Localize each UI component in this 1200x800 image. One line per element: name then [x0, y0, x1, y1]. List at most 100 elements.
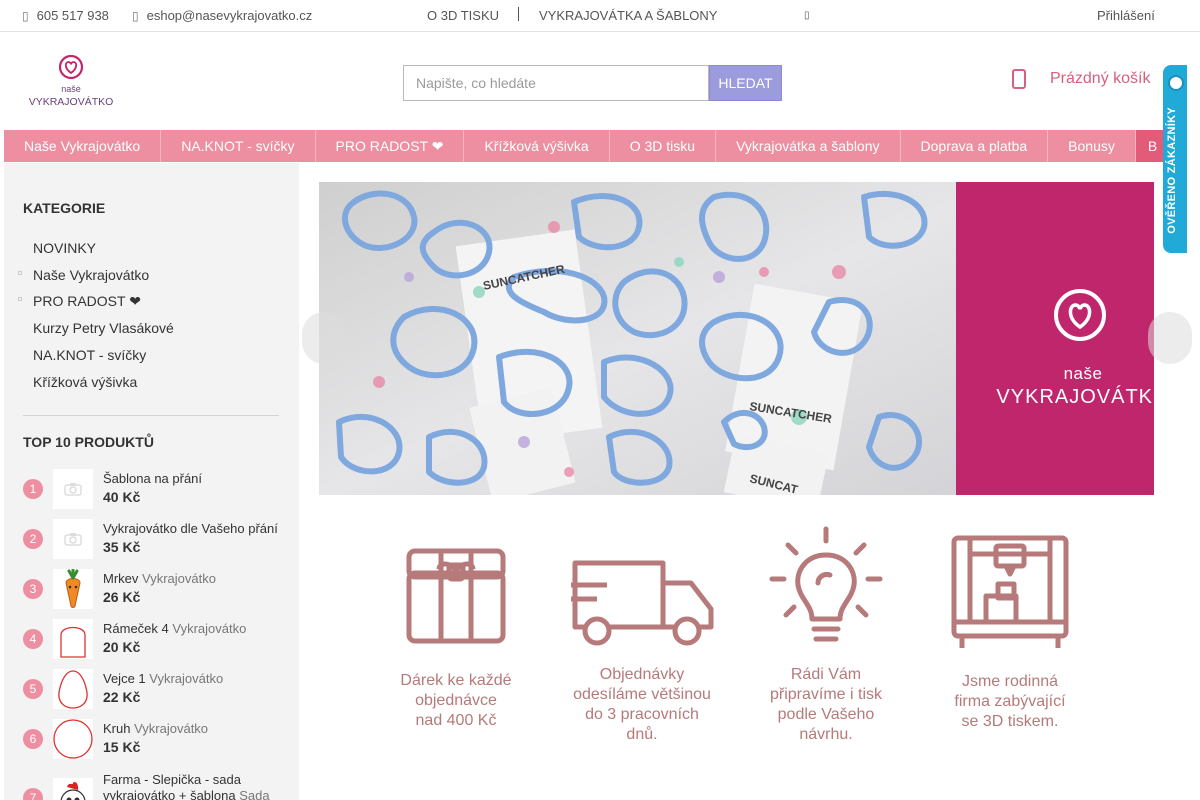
sidebar-divider — [23, 415, 279, 416]
nav-item-krizkova-vysivka[interactable]: Křížková výšivka — [464, 130, 610, 162]
feature-family-company: Jsme rodinná firma zabývající se 3D tisk… — [920, 532, 1100, 732]
feature-gift: Dárek ke každé objednávce nad 400 Kč — [366, 525, 546, 731]
carrot-thumbnail — [53, 569, 93, 609]
nav-item-more[interactable]: B — [1135, 130, 1163, 162]
lightbulb-icon — [769, 526, 883, 642]
feature-line: dnů. — [626, 726, 658, 743]
top-product-item[interactable]: 1 Šablona na přání 40 Kč — [23, 469, 283, 509]
heart-logo-icon — [1054, 289, 1106, 341]
feature-text: Rádi Vám připravíme i tisk podle Vašeho … — [736, 665, 916, 745]
shopping-bag-icon — [1012, 69, 1026, 89]
feature-text: Dárek ke každé objednávce nad 400 Kč — [366, 671, 546, 731]
rank-badge: 7 — [23, 788, 43, 800]
login-link[interactable]: Přihlášení — [1097, 8, 1155, 23]
link-cutters[interactable]: VYKRAJOVÁTKA A ŠABLONY — [539, 8, 717, 23]
product-price: 40 Kč — [103, 489, 141, 505]
header: naše VYKRAJOVÁTKO HLEDAT Prázdný košík — [0, 32, 1200, 130]
rank-badge: 1 — [23, 479, 43, 499]
top-product-item[interactable]: 4 Rámeček 4 Vykrajovátko 20 Kč — [23, 619, 283, 659]
feature-line: Jsme rodinná — [961, 673, 1059, 690]
top-products-title: TOP 10 PRODUKTŮ — [23, 434, 154, 450]
product-title: Kruh — [103, 721, 131, 736]
feature-line: se 3D tiskem. — [961, 713, 1059, 730]
product-category: Sada — [239, 788, 270, 800]
top-bar: ▯ 605 517 938 ▯ eshop@nasevykrajovatko.c… — [0, 0, 1200, 32]
envelope-icon: ▯ — [132, 8, 139, 23]
feature-text: Jsme rodinná firma zabývající se 3D tisk… — [920, 672, 1100, 732]
feature-line: podle Vašeho — [777, 706, 875, 723]
site-logo[interactable]: naše VYKRAJOVÁTKO — [26, 54, 118, 110]
top-product-item[interactable]: 6 Kruh Vykrajovátko 15 Kč — [23, 719, 283, 759]
image-placeholder-icon — [53, 519, 93, 559]
feature-text: Objednávky odesíláme většinou do 3 praco… — [552, 665, 732, 745]
rank-badge: 4 — [23, 629, 43, 649]
feature-line: odesíláme většinou — [573, 686, 711, 703]
category-item[interactable]: Kurzy Petry Vlasákové — [33, 320, 174, 336]
logo-line1: naše — [61, 84, 81, 94]
search-button[interactable]: HLEDAT — [709, 65, 782, 101]
product-price: 15 Kč — [103, 739, 141, 755]
feature-line: nad 400 Kč — [415, 712, 497, 729]
gift-icon — [406, 548, 506, 644]
nav-item-bonusy[interactable]: Bonusy — [1048, 130, 1136, 162]
logo-graphic: naše VYKRAJOVÁTKO — [29, 54, 114, 108]
product-title: Vejce 1 — [103, 671, 146, 686]
sidebar: KATEGORIE NOVINKY Naše Vykrajovátko PRO … — [4, 163, 299, 800]
frame-thumbnail — [53, 619, 93, 659]
circle-thumbnail — [53, 719, 93, 759]
search-input[interactable] — [403, 65, 709, 101]
product-title: Farma - Slepička - sada vykrajovátko + š… — [103, 772, 241, 800]
search-form: HLEDAT — [403, 65, 782, 101]
nav-item-vykrajovatka-sablony[interactable]: Vykrajovátka a šablony — [716, 130, 901, 162]
slider-prev-button[interactable] — [302, 312, 346, 364]
email-address: eshop@nasevykrajovatko.cz — [146, 8, 313, 23]
product-price: 26 Kč — [103, 589, 141, 605]
verified-by-customers-badge[interactable]: OVĚŘENO ZÁKAZNÍKY — [1163, 65, 1187, 253]
banner-brand-text: naše VYKRAJOVÁTKO — [993, 364, 1154, 409]
nav-item-pro-radost[interactable]: PRO RADOST ❤ — [316, 130, 465, 162]
egg-thumbnail — [53, 669, 93, 709]
cart[interactable]: Prázdný košík — [1012, 69, 1150, 89]
hero-banner[interactable]: SUNCATCHER SUNCATCHER SUNCAT naše VYKRAJ… — [319, 182, 1154, 495]
badge-text: OVĚŘENO ZÁKAZNÍKY — [1166, 107, 1178, 234]
product-name: Kruh Vykrajovátko — [103, 721, 208, 737]
nav-item-o-3d-tisku[interactable]: O 3D tisku — [610, 130, 717, 162]
more-icon[interactable]: ▯ — [804, 10, 810, 21]
seal-icon — [1168, 75, 1184, 91]
category-item[interactable]: Naše Vykrajovátko — [33, 267, 149, 283]
product-name: Vejce 1 Vykrajovátko — [103, 671, 223, 687]
logo-line2: VYKRAJOVÁTKO — [29, 95, 114, 108]
category-item[interactable]: NA.KNOT - svíčky — [33, 347, 146, 363]
category-item[interactable]: NOVINKY — [33, 240, 96, 256]
nav-item-doprava-platba[interactable]: Doprava a platba — [901, 130, 1049, 162]
feature-line: připravíme i tisk — [769, 686, 883, 703]
image-placeholder-icon — [53, 469, 93, 509]
product-name: Farma - Slepička - sada vykrajovátko + š… — [103, 772, 283, 800]
nav-item-naknot-svicky[interactable]: NA.KNOT - svíčky — [161, 130, 316, 162]
nav-item-nase-vykrajovatko[interactable]: Naše Vykrajovátko — [4, 130, 162, 162]
feature-custom-print: Rádi Vám připravíme i tisk podle Vašeho … — [736, 525, 916, 745]
product-price: 35 Kč — [103, 539, 141, 555]
top-product-item[interactable]: 2 Vykrajovátko dle Vašeho přání 35 Kč — [23, 519, 283, 559]
top-product-item[interactable]: 3 Mrkev Vykrajovátko 26 Kč — [23, 569, 283, 609]
feature-line: Objednávky — [599, 666, 685, 683]
product-category: Vykrajovátko — [172, 621, 247, 636]
feature-line: objednávce — [415, 692, 497, 709]
feature-shipping: Objednávky odesíláme většinou do 3 praco… — [552, 525, 732, 745]
link-3d-printing[interactable]: O 3D TISKU — [427, 8, 499, 23]
category-item[interactable]: Křížková výšivka — [33, 374, 137, 390]
top-product-item[interactable]: 5 Vejce 1 Vykrajovátko 22 Kč — [23, 669, 283, 709]
rank-badge: 3 — [23, 579, 43, 599]
product-category: Vykrajovátko — [149, 671, 224, 686]
top-product-item[interactable]: 7 Farma - Slepička - sada vykrajovátko +… — [23, 770, 283, 800]
rank-badge: 2 — [23, 529, 43, 549]
banner-brand-small: naše — [1063, 364, 1103, 383]
expand-dot-icon — [18, 271, 22, 275]
link-cutters-label: VYKRAJOVÁTKA A ŠABLONY — [539, 8, 718, 23]
slider-next-button[interactable] — [1148, 312, 1192, 364]
categories-title: KATEGORIE — [23, 200, 106, 216]
category-item[interactable]: PRO RADOST ❤ — [33, 293, 141, 310]
phone-contact[interactable]: ▯ 605 517 938 — [22, 8, 109, 23]
email-contact[interactable]: ▯ eshop@nasevykrajovatko.cz — [132, 8, 312, 23]
expand-dot-icon — [18, 297, 22, 301]
